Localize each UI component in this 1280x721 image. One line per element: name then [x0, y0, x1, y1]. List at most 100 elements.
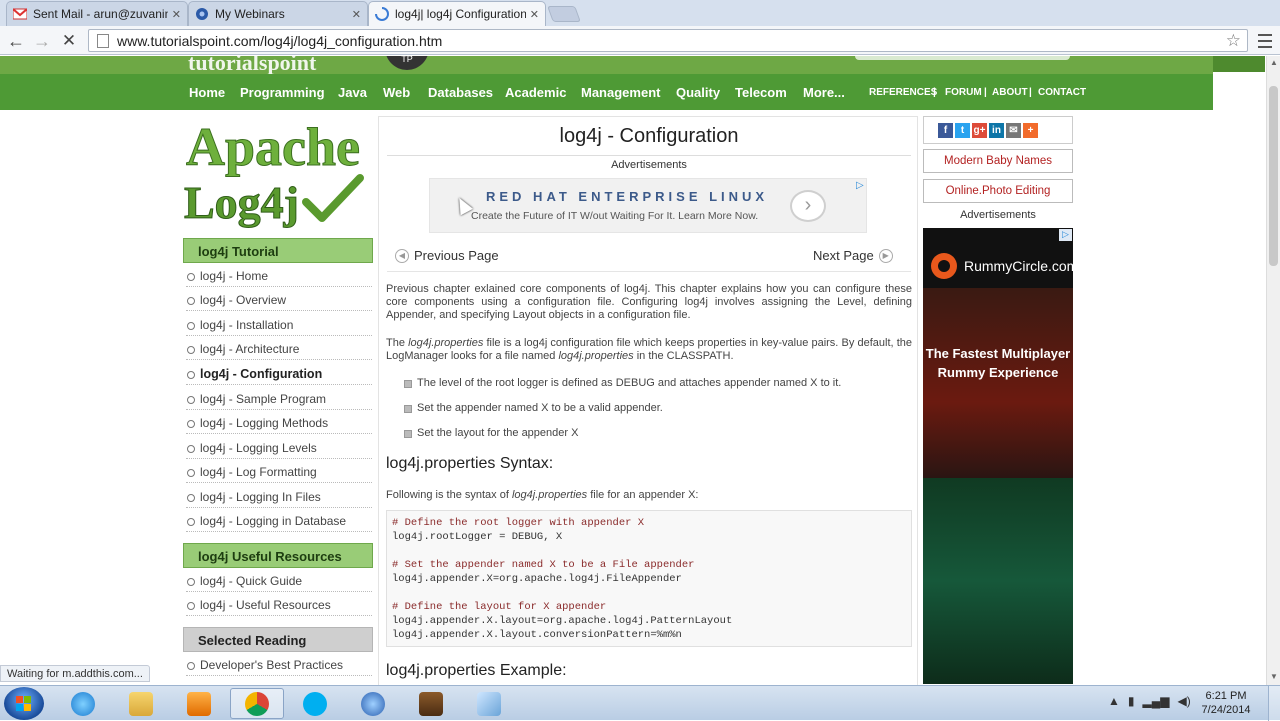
nav-more[interactable]: More... — [803, 85, 845, 100]
next-page-link[interactable]: Next Page ▶ — [813, 248, 893, 263]
page-title: log4j - Configuration — [559, 125, 739, 147]
skype-icon[interactable] — [288, 688, 342, 719]
browser-menu-icon[interactable] — [1256, 30, 1274, 52]
email-icon[interactable]: ✉ — [1006, 122, 1021, 138]
intro-paragraph: Previous chapter exlained core component… — [386, 283, 912, 321]
modern-baby-names-button[interactable]: Modern Baby Names — [923, 149, 1073, 173]
sidebar-item-home[interactable]: log4j - Home — [186, 263, 372, 287]
nav-separator: | — [933, 87, 936, 98]
code-line: log4j.appender.X.layout.conversionPatter… — [392, 629, 682, 641]
online-photo-editing-button[interactable]: Online.Photo Editing — [923, 179, 1073, 203]
tab-log4j[interactable]: log4j| log4j Configuration| ✕ — [368, 1, 546, 26]
java-ide-icon[interactable] — [404, 688, 458, 719]
forward-icon[interactable]: → — [31, 30, 53, 52]
windows-taskbar: ▲ ▮ ▂▄▆ ◀) 6:21 PM 7/24/2014 — [0, 685, 1280, 721]
tab-strip: Sent Mail - arun@zuvanin ✕ My Webinars ✕… — [0, 0, 1280, 26]
code-line: # Define the layout for X appender — [392, 601, 607, 613]
syntax-intro: Following is the syntax of log4j.propert… — [386, 489, 699, 501]
twitter-icon[interactable]: t — [955, 122, 970, 138]
sidebar-item-useful-resources[interactable]: log4j - Useful Resources — [186, 592, 372, 616]
nav-java[interactable]: Java — [338, 85, 367, 100]
tab-gmail[interactable]: Sent Mail - arun@zuvanin ✕ — [6, 1, 188, 26]
bookmark-star-icon[interactable]: ☆ — [1226, 31, 1241, 51]
close-icon[interactable]: ✕ — [530, 8, 539, 21]
scroll-thumb[interactable] — [1269, 86, 1278, 266]
adchoices-icon[interactable]: ▷ — [856, 180, 864, 191]
back-icon[interactable]: ← — [5, 30, 27, 52]
address-bar[interactable]: ☆ — [88, 29, 1248, 52]
internet-explorer-icon[interactable] — [56, 688, 110, 719]
sidebar-item-logging-levels[interactable]: log4j - Logging Levels — [186, 435, 372, 459]
ads-label: Advertisements — [960, 209, 1036, 221]
nav-forum[interactable]: FORUM — [945, 87, 982, 98]
site-logo-badge: TP — [385, 56, 429, 70]
battery-icon[interactable]: ▮ — [1128, 694, 1135, 708]
sidebar-item-logging-in-files[interactable]: log4j - Logging In Files — [186, 484, 372, 508]
checkmark-icon — [302, 174, 364, 222]
close-icon[interactable]: ✕ — [172, 8, 181, 21]
list-item: The level of the root logger is defined … — [404, 377, 841, 389]
code-block[interactable]: # Define the root logger with appender X… — [386, 510, 912, 647]
site-search-box[interactable] — [855, 56, 1070, 60]
webinar-icon — [195, 7, 209, 21]
sidebar-item-overview[interactable]: log4j - Overview — [186, 287, 372, 311]
new-tab-button[interactable] — [547, 6, 581, 22]
sidebar-item-logging-methods[interactable]: log4j - Logging Methods — [186, 410, 372, 434]
nav-contact[interactable]: CONTACT — [1038, 87, 1086, 98]
url-input[interactable] — [117, 32, 1226, 49]
start-button[interactable] — [4, 687, 44, 720]
code-line: # Set the appender named X to be a File … — [392, 559, 695, 571]
more-share-icon[interactable]: + — [1023, 122, 1038, 138]
page-icon — [97, 33, 109, 48]
nav-about[interactable]: ABOUT — [992, 87, 1028, 98]
sidebar-item-log-formatting[interactable]: log4j - Log Formatting — [186, 459, 372, 483]
nav-home[interactable]: Home — [189, 85, 225, 100]
adchoices-icon[interactable]: ▷ — [1059, 229, 1072, 241]
nav-programming[interactable]: Programming — [240, 85, 325, 100]
scroll-up-icon[interactable]: ▲ — [1270, 58, 1278, 67]
nav-telecom[interactable]: Telecom — [735, 85, 787, 100]
media-player-icon[interactable] — [172, 688, 226, 719]
ads-label: Advertisements — [611, 159, 687, 171]
sidebar-item-configuration[interactable]: log4j - Configuration — [186, 361, 372, 385]
chevron-right-icon[interactable]: › — [790, 190, 826, 222]
nav-academic[interactable]: Academic — [505, 85, 566, 100]
show-hidden-icons-icon[interactable]: ▲ — [1108, 694, 1120, 708]
system-tray: ▲ ▮ ▂▄▆ ◀) — [1108, 694, 1191, 708]
notepad-icon[interactable] — [462, 688, 516, 719]
rummycircle-ad[interactable]: RummyCircle.com The Fastest Multiplayer … — [923, 228, 1073, 684]
ad-brand: RummyCircle.com — [964, 258, 1073, 274]
sidebar-item-architecture[interactable]: log4j - Architecture — [186, 336, 372, 360]
googleplus-icon[interactable]: g+ — [972, 122, 987, 138]
sidebar-item-best-practices[interactable]: Developer's Best Practices — [186, 652, 372, 676]
sidebar-item-sample-program[interactable]: log4j - Sample Program — [186, 386, 372, 410]
previous-page-link[interactable]: ◀ Previous Page — [395, 248, 499, 263]
linkedin-icon[interactable]: in — [989, 122, 1004, 138]
site-logo[interactable]: tutorialspoint — [188, 56, 316, 76]
nav-quality[interactable]: Quality — [676, 85, 720, 100]
redhat-ad-banner[interactable]: RED HAT ENTERPRISE LINUX Create the Futu… — [429, 178, 867, 233]
nav-databases[interactable]: Databases — [428, 85, 493, 100]
nav-management[interactable]: Management — [581, 85, 660, 100]
browser-window: Sent Mail - arun@zuvanin ✕ My Webinars ✕… — [0, 0, 1280, 721]
sidebar-item-installation[interactable]: log4j - Installation — [186, 312, 372, 336]
page-scrollbar[interactable]: ▲ ▼ — [1266, 56, 1280, 685]
tab-webinars[interactable]: My Webinars ✕ — [188, 1, 368, 26]
site-nav: Home Programming Java Web Databases Acad… — [0, 74, 1213, 110]
system-clock[interactable]: 6:21 PM 7/24/2014 — [1190, 689, 1262, 717]
volume-icon[interactable]: ◀) — [1177, 694, 1190, 708]
ad-title: RED HAT ENTERPRISE LINUX — [486, 189, 769, 204]
nav-references[interactable]: REFERENCES — [869, 87, 937, 98]
sidebar-item-logging-in-database[interactable]: log4j - Logging in Database — [186, 508, 372, 532]
network-icon[interactable]: ▂▄▆ — [1143, 694, 1170, 708]
nav-web[interactable]: Web — [383, 85, 410, 100]
file-explorer-icon[interactable] — [114, 688, 168, 719]
chrome-icon[interactable] — [230, 688, 284, 719]
snowflake-app-icon[interactable] — [346, 688, 400, 719]
show-desktop-button[interactable] — [1268, 686, 1280, 721]
close-icon[interactable]: ✕ — [352, 8, 361, 21]
stop-icon[interactable]: ✕ — [58, 30, 80, 52]
sidebar-item-quick-guide[interactable]: log4j - Quick Guide — [186, 568, 372, 592]
facebook-icon[interactable]: f — [938, 122, 953, 138]
scroll-down-icon[interactable]: ▼ — [1270, 672, 1278, 681]
